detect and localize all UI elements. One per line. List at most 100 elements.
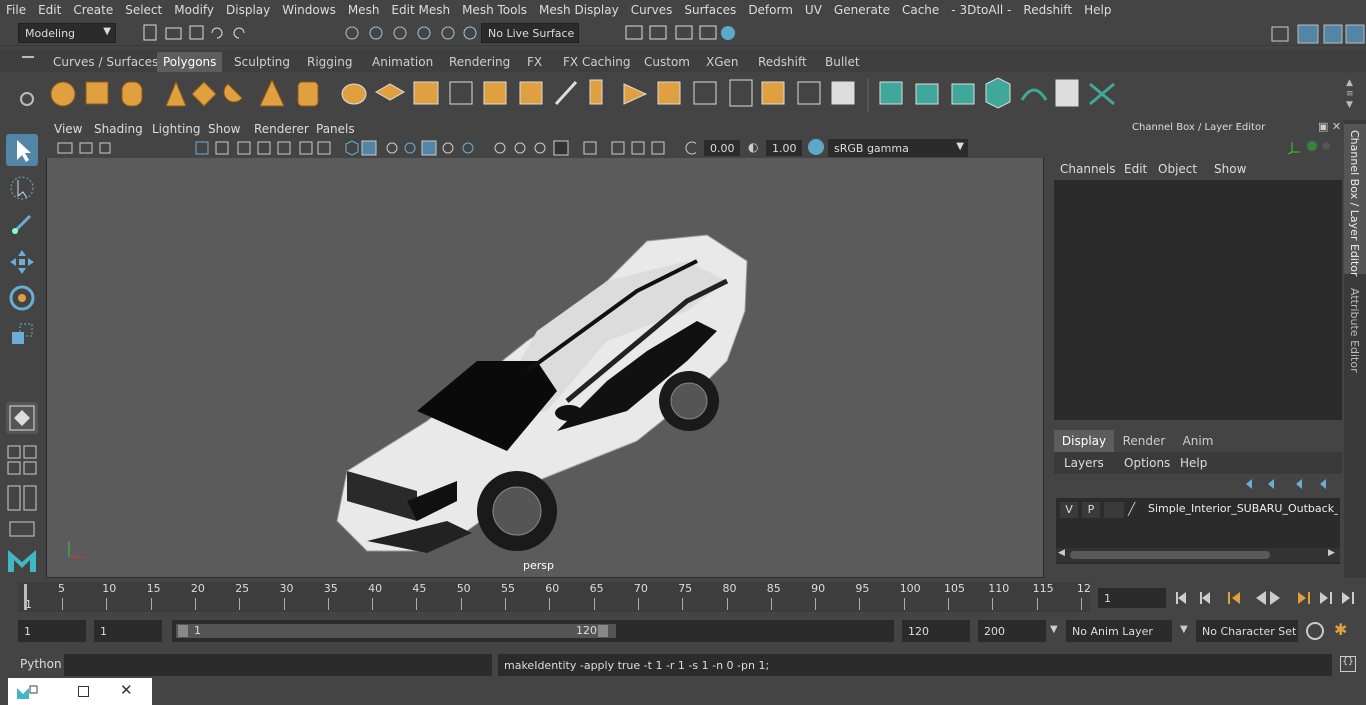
channel-list[interactable] (1054, 180, 1342, 420)
range-bar-fill[interactable] (176, 624, 616, 638)
layer-playback-toggle[interactable]: P (1082, 502, 1100, 518)
shelf-tab-custom[interactable]: Custom (638, 52, 696, 72)
gamma-field[interactable]: 1.00 (766, 140, 802, 156)
menu-windows[interactable]: Windows (276, 3, 342, 17)
color-management-icon[interactable] (808, 139, 824, 155)
layer-menu-layers[interactable]: Layers (1064, 456, 1104, 470)
shelf-tab-rendering[interactable]: Rendering (443, 52, 516, 72)
file-tools-icons[interactable] (140, 23, 260, 43)
shelf-tab-bullet[interactable]: Bullet (819, 52, 866, 72)
menu-edit-mesh[interactable]: Edit Mesh (385, 3, 456, 17)
menu-redshift[interactable]: Redshift (1017, 3, 1078, 17)
shelf-settings-icon[interactable] (20, 92, 34, 106)
current-frame-field[interactable]: 1 (1098, 588, 1166, 608)
layer-reference-icon[interactable]: ╱ (1128, 502, 1142, 518)
range-end-handle[interactable] (598, 625, 608, 637)
layer-color-swatch[interactable] (1104, 502, 1124, 518)
viewport-menu-show[interactable]: Show (208, 122, 240, 136)
viewport-tool-icons[interactable] (56, 140, 696, 156)
color-space-dropdown[interactable]: sRGB gamma ▼ (828, 139, 968, 157)
playback-controls[interactable] (1172, 588, 1362, 608)
command-language[interactable]: Python (20, 657, 62, 671)
menu-mesh-tools[interactable]: Mesh Tools (456, 3, 533, 17)
lasso-tool-icon[interactable] (6, 172, 38, 204)
side-tab-attribute-editor[interactable]: Attribute Editor (1348, 288, 1361, 373)
float-close-icons[interactable]: ▣ ✕ (1318, 120, 1341, 133)
shelf-tab-sculpting[interactable]: Sculpting (228, 52, 296, 72)
viewport-menu-lighting[interactable]: Lighting (152, 122, 201, 136)
window-restore-icon[interactable] (16, 684, 38, 700)
viewport-menu-shading[interactable]: Shading (94, 122, 143, 136)
menu-create[interactable]: Create (67, 3, 119, 17)
channel-menu-show[interactable]: Show (1214, 162, 1246, 176)
menu-cache[interactable]: Cache (896, 3, 945, 17)
menu-mesh[interactable]: Mesh (342, 3, 386, 17)
script-editor-icon[interactable]: {} (1340, 656, 1356, 672)
viewport-menu-view[interactable]: View (54, 122, 82, 136)
shelf-scroll-icon[interactable]: ▲ ≡ ▼ (1346, 78, 1358, 112)
menu-curves[interactable]: Curves (625, 3, 679, 17)
paint-select-tool-icon[interactable] (6, 208, 38, 240)
shelf-tab-polygons[interactable]: Polygons (157, 52, 223, 72)
layer-tab-render[interactable]: Render (1116, 430, 1172, 452)
perspective-viewport[interactable]: persp (46, 120, 1044, 578)
shelf-tool-icons[interactable] (46, 74, 1366, 116)
exposure-field[interactable]: 0.00 (704, 140, 740, 156)
rotate-tool-icon[interactable] (6, 282, 38, 314)
auto-key-icon[interactable] (1306, 622, 1324, 640)
end-time-field[interactable]: 200 (978, 620, 1046, 642)
maximize-icon[interactable] (78, 686, 89, 697)
channel-menu-object[interactable]: Object (1158, 162, 1197, 176)
move-tool-icon[interactable] (6, 246, 38, 278)
layout-grid-icon[interactable] (6, 444, 38, 476)
layout-split-icon[interactable] (6, 482, 38, 514)
character-set-dropdown[interactable]: No Character Set (1196, 620, 1298, 642)
close-icon[interactable]: ✕ (120, 681, 133, 699)
anim-layer-dropdown[interactable]: No Anim Layer (1066, 620, 1172, 642)
viewport-menu-panels[interactable]: Panels (316, 122, 355, 136)
layer-tab-display[interactable]: Display (1054, 430, 1114, 452)
preferences-icon[interactable]: ✱ (1334, 620, 1356, 642)
shelf-tab-fx[interactable]: FX (521, 52, 548, 72)
menu-select[interactable]: Select (119, 3, 168, 17)
layer-menu-options[interactable]: Options (1124, 456, 1170, 470)
menu-surfaces[interactable]: Surfaces (678, 3, 742, 17)
playback-end-field[interactable]: 120 (902, 620, 970, 642)
select-tool-icon[interactable] (6, 134, 38, 166)
scroll-right-icon[interactable]: ▶ (1328, 548, 1335, 558)
viewport-menu-renderer[interactable]: Renderer (254, 122, 309, 136)
layer-visibility-toggle[interactable]: V (1060, 502, 1078, 518)
chevron-down-icon[interactable]: ▼ (1050, 624, 1058, 635)
gamma-icon[interactable]: ◐ (748, 140, 760, 156)
layer-scrollbar[interactable]: ◀ ▶ (1056, 548, 1340, 562)
live-surface-field[interactable]: No Live Surface (481, 23, 579, 43)
menu-deform[interactable]: Deform (742, 3, 799, 17)
command-input[interactable] (64, 654, 492, 676)
mode-dropdown[interactable]: Modeling ▼ (18, 23, 116, 43)
menu-uv[interactable]: UV (799, 3, 828, 17)
channel-menu-channels[interactable]: Channels (1060, 162, 1116, 176)
range-start-handle[interactable] (178, 625, 188, 637)
scroll-left-icon[interactable]: ◀ (1058, 548, 1065, 558)
car-model[interactable] (307, 221, 767, 561)
menu-generate[interactable]: Generate (828, 3, 896, 17)
channel-menu-edit[interactable]: Edit (1124, 162, 1147, 176)
menu-help[interactable]: Help (1078, 3, 1117, 17)
shelf-tab-redshift[interactable]: Redshift (752, 52, 813, 72)
shelf-tab-curves-surfaces[interactable]: Curves / Surfaces (47, 52, 164, 72)
scroll-thumb[interactable] (1070, 551, 1270, 559)
time-slider[interactable]: 1 5 10 15 20 25 30 35 40 45 50 55 60 65 70 75 80 85 90 95 1… (0, 580, 1366, 616)
render-icons[interactable] (620, 23, 740, 43)
shelf-tab-xgen[interactable]: XGen (700, 52, 745, 72)
scale-tool-icon[interactable] (6, 318, 38, 350)
start-time-field[interactable]: 1 (18, 620, 86, 642)
menu-modify[interactable]: Modify (168, 3, 220, 17)
soft-select-icon[interactable] (6, 402, 38, 434)
layer-menu-help[interactable]: Help (1180, 456, 1207, 470)
layer-tab-anim[interactable]: Anim (1174, 430, 1222, 452)
menu-display[interactable]: Display (220, 3, 276, 17)
shelf-tab-rigging[interactable]: Rigging (301, 52, 358, 72)
layer-name[interactable]: Simple_Interior_SUBARU_Outback_20 (1148, 502, 1338, 518)
snap-icons[interactable] (340, 23, 480, 43)
current-time-marker[interactable] (24, 584, 27, 610)
